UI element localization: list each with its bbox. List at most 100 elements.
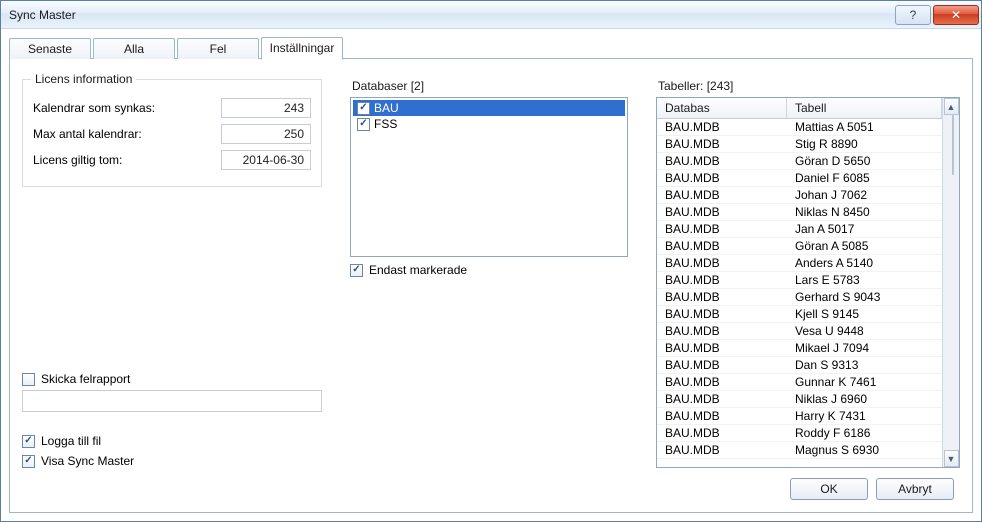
cell-database: BAU.MDB	[657, 425, 787, 441]
license-label-valid: Licens giltig tom:	[33, 153, 221, 167]
cell-database: BAU.MDB	[657, 442, 787, 458]
tables-grid: Databas Tabell BAU.MDBMattias A 5051BAU.…	[656, 97, 960, 468]
table-row[interactable]: BAU.MDBGunnar K 7461	[657, 374, 942, 391]
cell-database: BAU.MDB	[657, 306, 787, 322]
cell-database: BAU.MDB	[657, 391, 787, 407]
cell-table: Harry K 7431	[787, 408, 942, 424]
cell-database: BAU.MDB	[657, 340, 787, 356]
show-sync-master-row[interactable]: ✓ Visa Sync Master	[22, 454, 322, 468]
table-row[interactable]: BAU.MDBNiklas J 6960	[657, 391, 942, 408]
left-column: Licens information Kalendrar som synkas:…	[22, 73, 322, 468]
cell-database: BAU.MDB	[657, 119, 787, 135]
table-row[interactable]: BAU.MDBRoddy F 6186	[657, 425, 942, 442]
table-row[interactable]: BAU.MDBKjell S 9145	[657, 306, 942, 323]
help-button[interactable]: ?	[895, 5, 931, 25]
cell-database: BAU.MDB	[657, 187, 787, 203]
table-row[interactable]: BAU.MDBJohan J 7062	[657, 187, 942, 204]
chevron-down-icon: ▼	[947, 454, 956, 464]
cell-database: BAU.MDB	[657, 238, 787, 254]
dialog-footer: OK Avbryt	[22, 468, 960, 502]
send-error-report-row[interactable]: Skicka felrapport	[22, 372, 322, 386]
show-sync-master-checkbox[interactable]: ✓	[22, 455, 35, 468]
database-item-checkbox[interactable]: ✓	[357, 118, 370, 131]
table-row[interactable]: BAU.MDBJan A 5017	[657, 221, 942, 238]
cell-table: Mattias A 5051	[787, 119, 942, 135]
table-row[interactable]: BAU.MDBMattias A 5051	[657, 119, 942, 136]
tab-recent[interactable]: Senaste	[9, 38, 91, 59]
show-sync-master-label: Visa Sync Master	[41, 454, 134, 468]
error-report-input[interactable]	[22, 390, 322, 412]
col-header-table[interactable]: Tabell	[787, 98, 942, 118]
databases-label: Databaser [2]	[352, 79, 628, 93]
cell-table: Göran A 5085	[787, 238, 942, 254]
cell-table: Dan S 9313	[787, 357, 942, 373]
cell-table: Lars E 5783	[787, 272, 942, 288]
only-marked-checkbox[interactable]: ✓	[350, 264, 363, 277]
cell-database: BAU.MDB	[657, 255, 787, 271]
client-area: Senaste Alla Fel Inställningar Licens in…	[1, 29, 981, 521]
dialog-window: Sync Master ? ✕ Senaste Alla Fel Inställ…	[0, 0, 982, 522]
scroll-down-button[interactable]: ▼	[944, 450, 959, 467]
ok-button[interactable]: OK	[790, 478, 868, 500]
cell-table: Niklas N 8450	[787, 204, 942, 220]
log-to-file-checkbox[interactable]: ✓	[22, 435, 35, 448]
cell-table: Daniel F 6085	[787, 170, 942, 186]
window-title: Sync Master	[9, 8, 893, 22]
tables-scrollbar[interactable]: ▲ ▼	[942, 98, 959, 467]
license-group-title: Licens information	[31, 72, 136, 86]
database-item[interactable]: ✓ FSS	[353, 116, 625, 132]
check-icon: ✓	[359, 119, 367, 129]
database-item[interactable]: ✓ BAU	[353, 100, 625, 116]
cell-database: BAU.MDB	[657, 374, 787, 390]
cell-database: BAU.MDB	[657, 221, 787, 237]
tab-all[interactable]: Alla	[93, 38, 175, 59]
license-group: Licens information Kalendrar som synkas:…	[22, 79, 322, 187]
table-row[interactable]: BAU.MDBAnders A 5140	[657, 255, 942, 272]
cell-table: Johan J 7062	[787, 187, 942, 203]
scrollbar-thumb[interactable]	[952, 115, 954, 175]
tab-settings[interactable]: Inställningar	[261, 37, 343, 60]
table-row[interactable]: BAU.MDBDaniel F 6085	[657, 170, 942, 187]
cell-table: Jan A 5017	[787, 221, 942, 237]
table-row[interactable]: BAU.MDBMagnus S 6930	[657, 442, 942, 459]
table-row[interactable]: BAU.MDBGöran A 5085	[657, 238, 942, 255]
log-to-file-row[interactable]: ✓ Logga till fil	[22, 434, 322, 448]
database-item-label: FSS	[374, 117, 397, 131]
cell-table: Mikael J 7094	[787, 340, 942, 356]
cell-database: BAU.MDB	[657, 289, 787, 305]
cancel-button[interactable]: Avbryt	[876, 478, 954, 500]
cell-database: BAU.MDB	[657, 272, 787, 288]
license-row-synced: Kalendrar som synkas: 243	[33, 98, 311, 118]
table-row[interactable]: BAU.MDBLars E 5783	[657, 272, 942, 289]
license-value-synced: 243	[221, 98, 311, 118]
close-button[interactable]: ✕	[933, 5, 979, 25]
only-marked-row[interactable]: ✓ Endast markerade	[350, 263, 628, 277]
tab-strip: Senaste Alla Fel Inställningar	[9, 35, 973, 59]
check-icon: ✓	[352, 265, 360, 275]
columns: Licens information Kalendrar som synkas:…	[22, 73, 960, 468]
col-header-database[interactable]: Databas	[657, 98, 787, 118]
cell-table: Gerhard S 9043	[787, 289, 942, 305]
table-row[interactable]: BAU.MDBGerhard S 9043	[657, 289, 942, 306]
table-row[interactable]: BAU.MDBDan S 9313	[657, 357, 942, 374]
database-item-label: BAU	[374, 101, 399, 115]
cell-database: BAU.MDB	[657, 204, 787, 220]
send-error-report-checkbox[interactable]	[22, 373, 35, 386]
right-column: Tabeller: [243] Databas Tabell BAU.MDBMa…	[656, 73, 960, 468]
table-row[interactable]: BAU.MDBNiklas N 8450	[657, 204, 942, 221]
databases-listbox[interactable]: ✓ BAU ✓ FSS	[350, 97, 628, 257]
table-row[interactable]: BAU.MDBGöran D 5650	[657, 153, 942, 170]
tables-label: Tabeller: [243]	[658, 79, 960, 93]
license-value-valid: 2014-06-30	[221, 150, 311, 170]
tab-errors[interactable]: Fel	[177, 38, 259, 59]
scroll-up-button[interactable]: ▲	[944, 98, 959, 115]
tables-body: Databas Tabell BAU.MDBMattias A 5051BAU.…	[657, 98, 942, 467]
table-row[interactable]: BAU.MDBHarry K 7431	[657, 408, 942, 425]
send-error-report-label: Skicka felrapport	[41, 372, 130, 386]
database-item-checkbox[interactable]: ✓	[357, 102, 370, 115]
table-row[interactable]: BAU.MDBStig R 8890	[657, 136, 942, 153]
table-row[interactable]: BAU.MDBVesa U 9448	[657, 323, 942, 340]
table-row[interactable]: BAU.MDBMikael J 7094	[657, 340, 942, 357]
cell-database: BAU.MDB	[657, 408, 787, 424]
tables-rows[interactable]: BAU.MDBMattias A 5051BAU.MDBStig R 8890B…	[657, 119, 942, 467]
